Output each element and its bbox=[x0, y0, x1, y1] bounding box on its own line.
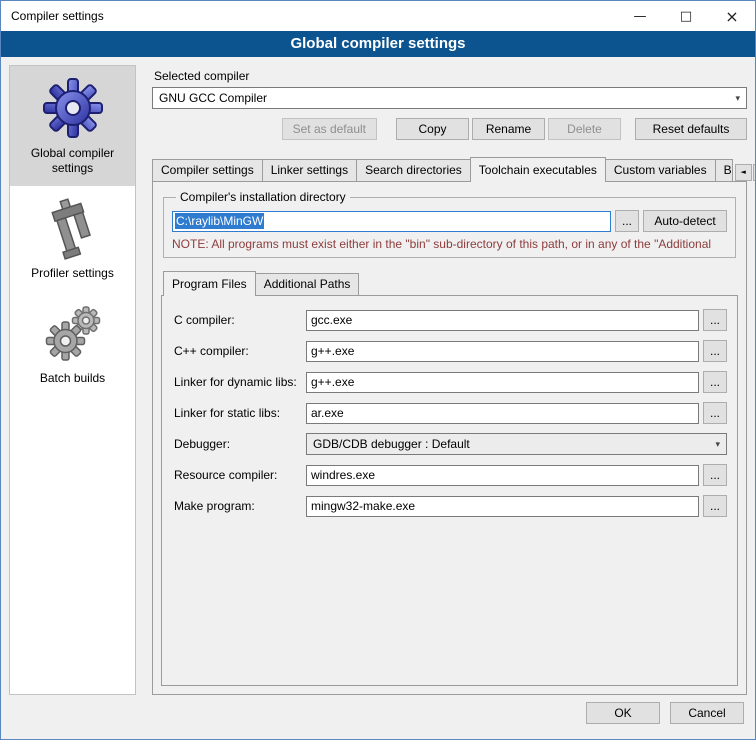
blue-gear-icon bbox=[41, 76, 105, 140]
window-title: Compiler settings bbox=[1, 9, 617, 23]
main-panel: Selected compiler GNU GCC Compiler ▾ Set… bbox=[146, 65, 747, 695]
selected-compiler-label: Selected compiler bbox=[154, 69, 747, 83]
cpp-compiler-input[interactable] bbox=[306, 341, 699, 362]
dynamic-linker-input[interactable] bbox=[306, 372, 699, 393]
make-program-input[interactable] bbox=[306, 496, 699, 517]
installation-directory-input[interactable]: C:\raylib\MinGW bbox=[172, 211, 611, 232]
sidebar-item-profiler-settings[interactable]: Profiler settings bbox=[10, 186, 135, 291]
static-linker-input[interactable] bbox=[306, 403, 699, 424]
compiler-select[interactable]: GNU GCC Compiler ▾ bbox=[152, 87, 747, 109]
reset-defaults-button[interactable]: Reset defaults bbox=[635, 118, 747, 140]
installation-directory-group-title: Compiler's installation directory bbox=[176, 190, 350, 204]
compiler-select-value: GNU GCC Compiler bbox=[159, 91, 267, 105]
profiler-clamp-icon bbox=[41, 196, 105, 260]
arrow-left-icon: ◄ bbox=[740, 169, 745, 176]
field-label: Debugger: bbox=[174, 437, 302, 451]
browse-button[interactable]: ... bbox=[703, 309, 727, 331]
settings-sidebar: Global compiler settings Profiler settin… bbox=[9, 65, 136, 695]
tab-linker-settings[interactable]: Linker settings bbox=[262, 159, 357, 181]
subtab-additional-paths[interactable]: Additional Paths bbox=[255, 273, 360, 295]
tab-toolchain-executables[interactable]: Toolchain executables bbox=[470, 157, 606, 182]
ok-button[interactable]: OK bbox=[586, 702, 660, 724]
close-icon: × bbox=[725, 7, 738, 26]
tab-custom-variables[interactable]: Custom variables bbox=[605, 159, 716, 181]
sidebar-item-label: Batch builds bbox=[14, 371, 131, 386]
static-linker-row: Linker for static libs: ... bbox=[174, 402, 727, 424]
compiler-settings-window: Compiler settings — □ × Global compiler … bbox=[0, 0, 756, 740]
note-text: NOTE: All programs must exist either in … bbox=[172, 237, 727, 251]
browse-directory-button[interactable]: ... bbox=[615, 210, 639, 232]
subtab-program-files[interactable]: Program Files bbox=[163, 271, 256, 296]
minimize-button[interactable]: — bbox=[617, 1, 663, 31]
installation-directory-row: C:\raylib\MinGW ... Auto-detect bbox=[172, 210, 727, 232]
browse-button[interactable]: ... bbox=[703, 402, 727, 424]
cpp-compiler-row: C++ compiler: ... bbox=[174, 340, 727, 362]
set-as-default-button[interactable]: Set as default bbox=[282, 118, 377, 140]
sidebar-item-label: Global compiler settings bbox=[14, 146, 131, 176]
tab-scroll-left-button[interactable]: ◄ bbox=[735, 164, 752, 181]
rename-button[interactable]: Rename bbox=[472, 118, 545, 140]
browse-button[interactable]: ... bbox=[703, 340, 727, 362]
minimize-icon: — bbox=[634, 9, 647, 24]
debugger-row: Debugger: GDB/CDB debugger : Default ▾ bbox=[174, 433, 727, 455]
auto-detect-button[interactable]: Auto-detect bbox=[643, 210, 727, 232]
field-label: C compiler: bbox=[174, 313, 302, 327]
chevron-down-icon: ▾ bbox=[735, 93, 740, 104]
compiler-button-row: Set as default Copy Rename Delete Reset … bbox=[152, 118, 747, 140]
tab-search-directories[interactable]: Search directories bbox=[356, 159, 471, 181]
browse-button[interactable]: ... bbox=[703, 371, 727, 393]
debugger-select-value: GDB/CDB debugger : Default bbox=[313, 437, 470, 451]
sidebar-item-batch-builds[interactable]: Batch builds bbox=[10, 291, 135, 396]
field-label: Resource compiler: bbox=[174, 468, 302, 482]
browse-button[interactable]: ... bbox=[703, 495, 727, 517]
debugger-select[interactable]: GDB/CDB debugger : Default ▾ bbox=[306, 433, 727, 455]
field-label: Linker for static libs: bbox=[174, 406, 302, 420]
close-button[interactable]: × bbox=[709, 1, 755, 31]
dynamic-linker-row: Linker for dynamic libs: ... bbox=[174, 371, 727, 393]
selected-text: C:\raylib\MinGW bbox=[175, 213, 264, 229]
field-label: Make program: bbox=[174, 499, 302, 513]
program-files-subtabbar: Program Files Additional Paths bbox=[161, 271, 738, 295]
field-label: Linker for dynamic libs: bbox=[174, 375, 302, 389]
tab-scroll-right-button[interactable]: ► bbox=[753, 164, 756, 181]
installation-directory-group: Compiler's installation directory C:\ray… bbox=[163, 190, 736, 258]
delete-button[interactable]: Delete bbox=[548, 118, 621, 140]
sidebar-item-label: Profiler settings bbox=[14, 266, 131, 281]
c-compiler-input[interactable] bbox=[306, 310, 699, 331]
program-files-panel: C compiler: ... C++ compiler: ... Linker… bbox=[161, 295, 738, 686]
tab-build[interactable]: Buil bbox=[715, 159, 733, 181]
titlebar[interactable]: Compiler settings — □ × bbox=[1, 1, 755, 31]
c-compiler-row: C compiler: ... bbox=[174, 309, 727, 331]
sidebar-item-global-compiler-settings[interactable]: Global compiler settings bbox=[10, 66, 135, 186]
settings-tabbar: Compiler settings Linker settings Search… bbox=[152, 157, 747, 181]
tab-compiler-settings[interactable]: Compiler settings bbox=[152, 159, 263, 181]
chevron-down-icon: ▾ bbox=[715, 439, 720, 450]
resource-compiler-row: Resource compiler: ... bbox=[174, 464, 727, 486]
field-label: C++ compiler: bbox=[174, 344, 302, 358]
maximize-icon: □ bbox=[680, 9, 692, 24]
content-area: Global compiler settings Profiler settin… bbox=[1, 57, 755, 695]
browse-button[interactable]: ... bbox=[703, 464, 727, 486]
resource-compiler-input[interactable] bbox=[306, 465, 699, 486]
make-program-row: Make program: ... bbox=[174, 495, 727, 517]
cancel-button[interactable]: Cancel bbox=[670, 702, 744, 724]
copy-button[interactable]: Copy bbox=[396, 118, 469, 140]
dialog-footer: OK Cancel bbox=[1, 695, 755, 739]
toolchain-executables-panel: Compiler's installation directory C:\ray… bbox=[152, 181, 747, 695]
maximize-button[interactable]: □ bbox=[663, 1, 709, 31]
page-title: Global compiler settings bbox=[1, 31, 755, 57]
tab-scroll-arrows: ◄ ► bbox=[732, 164, 756, 181]
gray-gears-icon bbox=[41, 301, 105, 365]
